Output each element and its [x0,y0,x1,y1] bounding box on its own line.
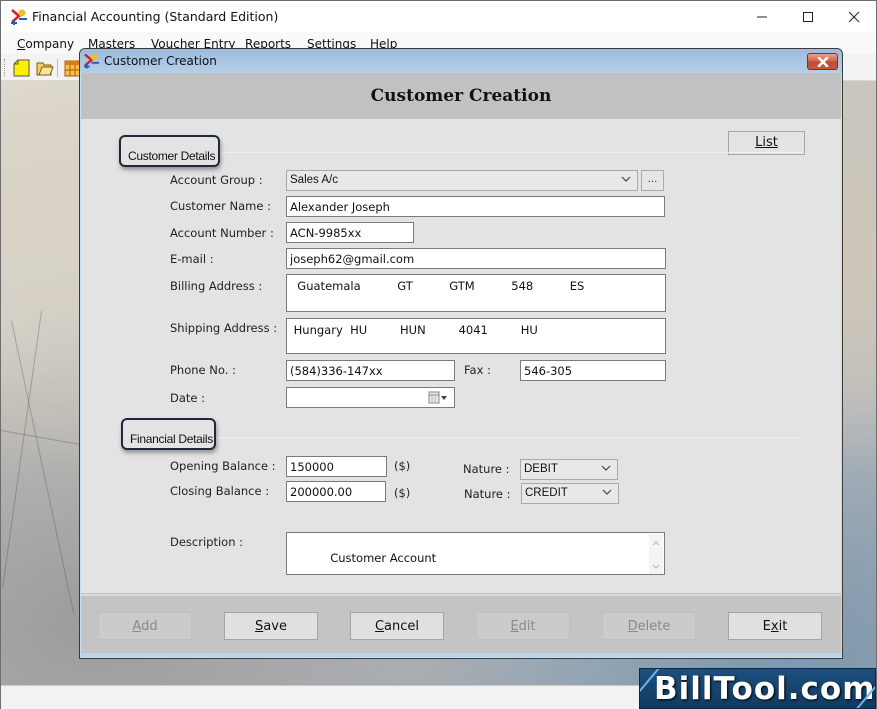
shipping-address-input[interactable]: Hungary HU HUN 4041 HU [286,318,666,354]
opening-nature-select[interactable]: DEBIT [520,459,618,480]
billing-address-label: Billing Address : [170,279,263,293]
brand-text: BillTool.com [654,671,876,707]
window-title: Financial Accounting (Standard Edition) [32,9,279,24]
delete-button-mnemonic: D [627,619,638,634]
closing-balance-label: Closing Balance : [170,484,270,498]
calendar-dropdown-icon[interactable] [428,391,450,405]
shipping-address-label: Shipping Address : [170,321,278,335]
scroll-up-icon[interactable] [649,536,663,550]
minimize-icon [757,16,767,17]
edit-button-mnemonic: E [510,619,519,634]
description-value: Customer Account [326,551,437,565]
date-value: 02-06-2024 [327,405,394,407]
opening-balance-input[interactable]: 150000 [286,456,387,477]
add-button-mnemonic: A [132,619,142,634]
scroll-down-icon[interactable] [649,560,663,574]
opening-balance-currency: ($) [394,459,411,473]
description-textarea[interactable]: Customer Account [286,532,665,575]
close-icon [848,11,860,22]
maximize-button[interactable] [785,1,831,32]
page-title: Customer Creation [370,86,552,106]
title-bar: Financial Accounting (Standard Edition) [1,1,876,32]
dialog-header: Customer Creation [81,73,841,119]
account-number-input[interactable]: ACN-9985xx [286,222,414,243]
account-group-browse-button[interactable]: ... [641,170,664,191]
opening-balance-label: Opening Balance : [170,459,276,473]
customer-details-group-label: Customer Details [119,135,220,167]
date-label: Date : [170,391,206,405]
closing-balance-input[interactable]: 200000.00 [286,481,386,502]
close-icon [817,56,828,67]
delete-button[interactable]: Delete [602,612,696,640]
closing-nature-value: CREDIT [525,487,568,499]
app-logo-icon [11,9,27,25]
closing-nature-label: Nature : [464,487,511,501]
account-number-label: Account Number : [170,226,274,240]
customer-name-input[interactable]: Alexander Joseph [286,196,665,217]
email-label: E-mail : [170,252,214,266]
account-group-label: Account Group : [170,173,263,187]
dialog-body: Customer Creation List Customer Details … [81,73,841,653]
cancel-button[interactable]: Cancel [350,612,444,640]
group-divider [215,437,802,438]
financial-details-group-label: Financial Details [121,418,216,450]
toolbar-separator [57,59,58,77]
add-button[interactable]: Add [98,612,192,640]
account-group-value: Sales A/c [290,174,338,186]
account-group-select[interactable]: Sales A/c [286,170,638,191]
exit-button-mnemonic: x [770,619,779,634]
fax-label: Fax : [464,363,491,377]
new-icon[interactable] [13,59,31,77]
form-area: List Customer Details Account Group : Sa… [81,119,841,593]
exit-button[interactable]: Exit [728,612,822,640]
list-button-label: List [755,135,778,150]
edit-button[interactable]: Edit [476,612,570,640]
save-button[interactable]: Save [224,612,318,640]
background-line [2,311,42,589]
application-window: Financial Accounting (Standard Edition) … [0,0,877,709]
toolbar-grip[interactable] [4,59,7,77]
action-button-bar: Add Save Cancel Edit Delete Exit [81,594,841,653]
dialog-title-bar[interactable]: Customer Creation [80,49,842,73]
fax-input[interactable]: 546-305 [520,360,666,381]
open-folder-icon[interactable] [36,59,54,77]
billtool-brand-banner: BillTool.com [639,668,876,709]
maximize-icon [803,11,813,22]
description-label: Description : [170,535,244,549]
chevron-down-icon [621,176,631,182]
closing-balance-currency: ($) [394,486,411,500]
phone-label: Phone No. : [170,363,236,377]
dialog-close-button[interactable] [807,53,838,70]
close-button[interactable] [831,1,877,32]
customer-creation-dialog: Customer Creation Customer Creation List… [79,48,843,659]
chevron-down-icon [601,465,611,471]
date-picker[interactable]: 02-06-2024 [286,387,455,408]
menu-mnemonic: C [17,37,26,51]
cancel-button-mnemonic: C [374,619,385,634]
dialog-title: Customer Creation [104,54,217,68]
email-input[interactable]: joseph62@gmail.com [286,248,666,269]
phone-input[interactable]: (584)336-147xx [286,360,455,381]
billing-address-input[interactable]: Guatemala GT GTM 548 ES [286,274,666,312]
dialog-logo-icon [83,53,100,69]
menu-company[interactable]: Company [17,37,74,51]
description-scrollbar[interactable] [649,534,663,574]
minimize-button[interactable] [739,1,785,32]
opening-nature-label: Nature : [463,462,510,476]
group-divider [217,152,802,153]
closing-nature-select[interactable]: CREDIT [521,483,619,504]
background-line [11,320,75,615]
chevron-down-icon [602,489,612,495]
opening-nature-value: DEBIT [524,463,558,475]
customer-name-label: Customer Name : [170,199,271,213]
save-button-mnemonic: S [255,619,264,634]
